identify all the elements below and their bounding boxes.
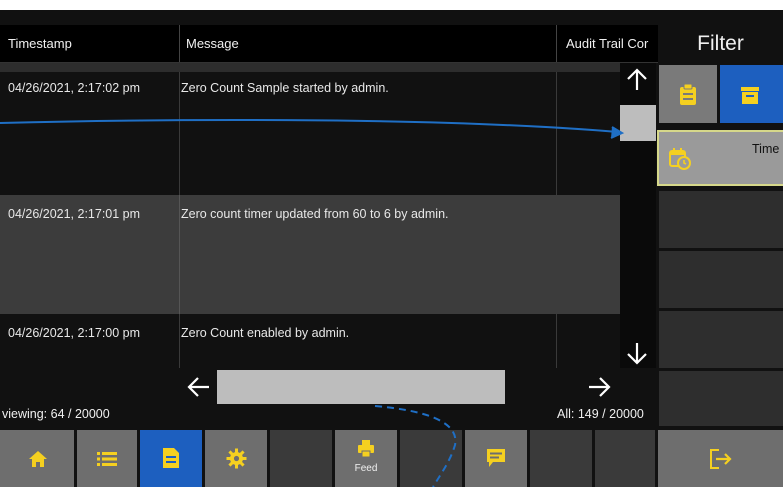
time-filter-tile[interactable]: Time bbox=[657, 130, 783, 186]
header-timestamp[interactable]: Timestamp bbox=[8, 25, 173, 62]
settings-button[interactable] bbox=[205, 430, 267, 487]
archive-filter-button[interactable] bbox=[720, 65, 783, 123]
left-arrow[interactable] bbox=[186, 374, 212, 400]
row-timestamp: 04/26/2021, 2:17:01 pm bbox=[8, 207, 141, 221]
list-icon bbox=[97, 452, 117, 466]
column-divider bbox=[556, 25, 557, 62]
header-audit-trail[interactable]: Audit Trail Cor bbox=[566, 25, 657, 62]
device-screen: Timestamp Message Audit Trail Cor 04/26/… bbox=[0, 10, 783, 487]
horizontal-scrollbar[interactable] bbox=[180, 368, 620, 404]
home-icon bbox=[29, 451, 47, 467]
filter-slot[interactable] bbox=[659, 371, 783, 426]
document-icon bbox=[163, 448, 179, 468]
row-timestamp: 04/26/2021, 2:17:00 pm bbox=[8, 326, 141, 340]
vertical-scrollbar[interactable] bbox=[620, 63, 656, 368]
calendar-clock-icon bbox=[669, 148, 691, 170]
up-arrow[interactable] bbox=[624, 67, 650, 93]
table-row[interactable]: 04/26/2021, 2:17:00 pm Zero Count enable… bbox=[0, 314, 620, 368]
column-divider bbox=[556, 63, 557, 195]
table-row[interactable]: 04/26/2021, 2:17:01 pm Zero count timer … bbox=[0, 195, 620, 314]
row-separator bbox=[0, 63, 620, 72]
logout-icon bbox=[710, 449, 732, 469]
printer-icon bbox=[358, 440, 374, 458]
table-header: Timestamp Message Audit Trail Cor bbox=[0, 25, 658, 63]
right-arrow[interactable] bbox=[586, 374, 612, 400]
empty-nav-slot bbox=[270, 430, 332, 487]
audit-log-button[interactable] bbox=[140, 430, 202, 487]
empty-nav-slot bbox=[400, 430, 462, 487]
row-message: Zero count timer updated from 60 to 6 by… bbox=[181, 207, 449, 221]
list-button[interactable] bbox=[77, 430, 137, 487]
viewing-count: viewing: 64 / 20000 bbox=[2, 407, 110, 421]
filter-slot[interactable] bbox=[659, 191, 783, 248]
message-icon bbox=[487, 449, 505, 467]
home-button[interactable] bbox=[0, 430, 74, 487]
vertical-scroll-thumb[interactable] bbox=[620, 105, 656, 141]
feed-button[interactable]: Feed bbox=[335, 430, 397, 487]
filter-slot[interactable] bbox=[659, 311, 783, 368]
row-message: Zero Count enabled by admin. bbox=[181, 326, 350, 340]
down-arrow[interactable] bbox=[624, 340, 650, 366]
header-message[interactable]: Message bbox=[186, 25, 546, 62]
clipboard-filter-button[interactable] bbox=[659, 65, 717, 123]
column-divider bbox=[179, 25, 180, 62]
column-divider bbox=[179, 63, 180, 195]
empty-nav-slot bbox=[530, 430, 592, 487]
clipboard-icon bbox=[680, 84, 696, 105]
row-timestamp: 04/26/2021, 2:17:02 pm bbox=[8, 81, 141, 95]
feed-label: Feed bbox=[354, 463, 378, 474]
filter-slot[interactable] bbox=[659, 251, 783, 308]
row-message: Zero Count Sample started by admin. bbox=[181, 81, 389, 95]
filter-title: Filter bbox=[697, 32, 744, 55]
message-button[interactable] bbox=[465, 430, 527, 487]
column-divider bbox=[179, 314, 180, 368]
column-divider bbox=[179, 195, 180, 314]
horizontal-scroll-thumb[interactable] bbox=[217, 370, 505, 404]
time-filter-label: Time bbox=[752, 142, 780, 156]
gear-icon bbox=[226, 448, 247, 469]
column-divider bbox=[556, 314, 557, 368]
archive-icon bbox=[741, 87, 759, 104]
audit-table-body: 04/26/2021, 2:17:02 pm Zero Count Sample… bbox=[0, 63, 620, 368]
logout-button[interactable] bbox=[658, 430, 783, 487]
table-row[interactable]: 04/26/2021, 2:17:02 pm Zero Count Sample… bbox=[0, 63, 620, 195]
all-count: All: 149 / 20000 bbox=[557, 407, 644, 421]
empty-nav-slot bbox=[595, 430, 655, 487]
